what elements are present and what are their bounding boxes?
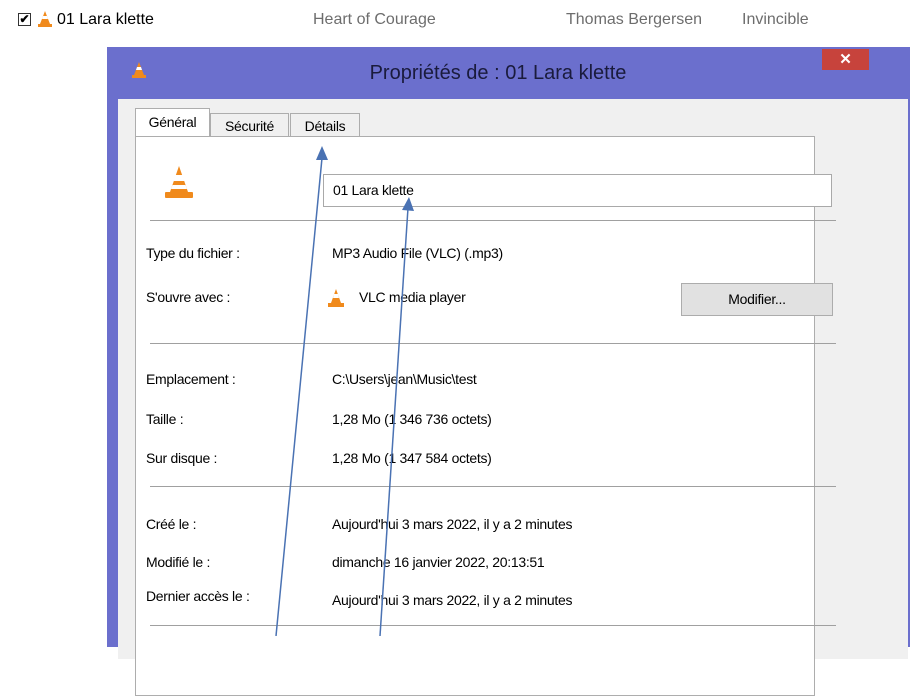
size-label: Taille :: [146, 411, 184, 427]
modified-value: dimanche 16 janvier 2022, 20:13:51: [332, 554, 545, 570]
file-type-label: Type du fichier :: [146, 245, 240, 261]
disk-size-value: 1,28 Mo (1 347 584 octets): [332, 450, 492, 466]
file-title: Heart of Courage: [313, 11, 436, 28]
properties-dialog: Propriétés de : 01 Lara klette ✕ Général…: [107, 47, 910, 696]
checkbox-icon[interactable]: ✔: [18, 13, 31, 26]
file-list-row[interactable]: ✔ 01 Lara klette Heart of Courage Thomas…: [0, 0, 910, 42]
vlc-cone-icon: [328, 289, 344, 307]
accessed-label: Dernier accès le :: [146, 588, 250, 604]
file-album: Invincible: [742, 11, 809, 28]
close-icon: ✕: [839, 51, 852, 68]
opens-with-label: S'ouvre avec :: [146, 289, 231, 305]
modified-label: Modifié le :: [146, 554, 211, 570]
modify-button[interactable]: Modifier...: [681, 283, 833, 316]
opens-with-value: VLC media player: [359, 289, 466, 305]
file-name[interactable]: 01 Lara klette: [57, 11, 154, 29]
disk-size-label: Sur disque :: [146, 450, 218, 466]
tab-details[interactable]: Détails: [290, 113, 360, 138]
separator: [150, 343, 836, 344]
close-button[interactable]: ✕: [822, 49, 869, 70]
created-value: Aujourd'hui 3 mars 2022, il y a 2 minute…: [332, 516, 573, 532]
accessed-value: Aujourd'hui 3 mars 2022, il y a 2 minute…: [332, 592, 573, 608]
vlc-cone-icon: [38, 11, 52, 27]
dialog-title: Propriétés de : 01 Lara klette: [369, 62, 627, 84]
tab-securite[interactable]: Sécurité: [210, 113, 289, 138]
location-label: Emplacement :: [146, 371, 236, 387]
vlc-cone-icon: [165, 166, 193, 198]
tab-general[interactable]: Général: [135, 108, 210, 136]
file-name-field[interactable]: 01 Lara klette: [323, 174, 832, 207]
general-panel: 01 Lara klette Type du fichier : MP3 Aud…: [135, 136, 836, 696]
location-value: C:\Users\jean\Music\test: [332, 371, 477, 387]
dialog-body: Général Sécurité Détails 01 Lara klette …: [118, 99, 908, 696]
file-artist: Thomas Bergersen: [566, 11, 703, 28]
size-value: 1,28 Mo (1 346 736 octets): [332, 411, 492, 427]
separator: [150, 625, 836, 626]
separator: [150, 220, 836, 221]
separator: [150, 486, 836, 487]
created-label: Créé le :: [146, 516, 197, 532]
dialog-titlebar[interactable]: Propriétés de : 01 Lara klette ✕: [107, 47, 910, 99]
file-type-value: MP3 Audio File (VLC) (.mp3): [332, 245, 503, 261]
